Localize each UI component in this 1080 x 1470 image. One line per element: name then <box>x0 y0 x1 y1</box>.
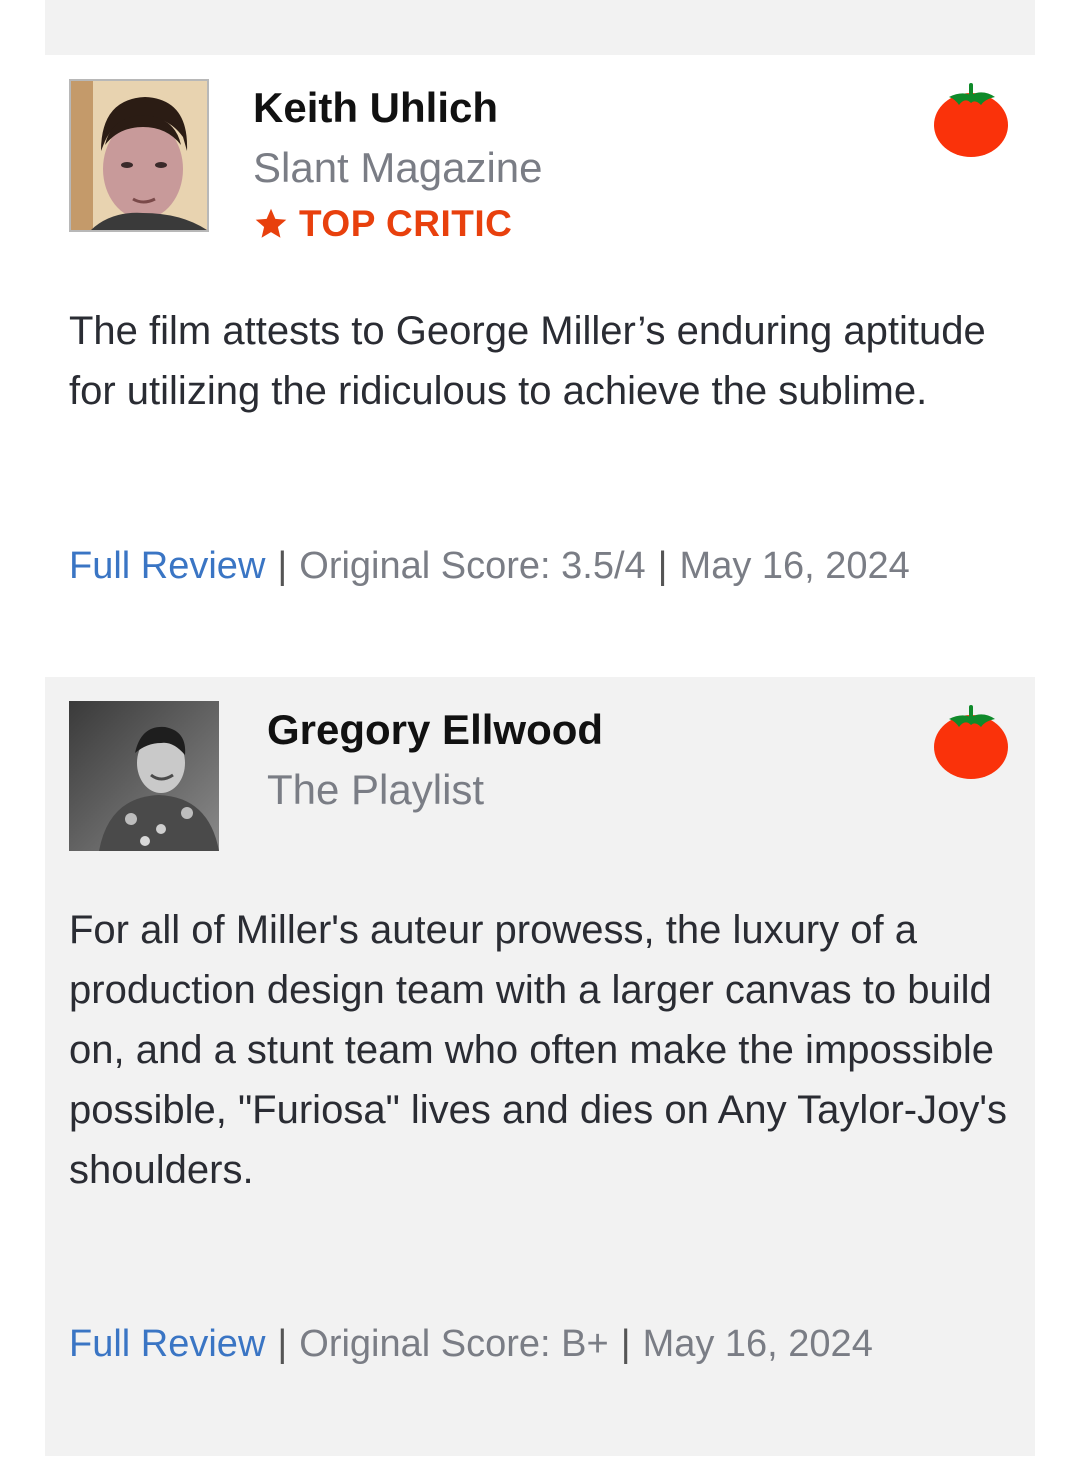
publication-name[interactable]: The Playlist <box>267 765 484 815</box>
full-review-link[interactable]: Full Review <box>69 545 265 587</box>
fresh-tomato-icon <box>931 699 1011 781</box>
review-meta: Full Review | Original Score: B+ | May 16, 2… <box>69 1319 873 1369</box>
meta-separator: | <box>277 1323 288 1365</box>
publication-name[interactable]: Slant Magazine <box>253 143 543 193</box>
critic-avatar-image <box>71 81 207 230</box>
review-date: May 16, 2024 <box>679 545 910 587</box>
original-score: Original Score: 3.5/4 <box>299 545 646 587</box>
meta-separator: | <box>657 545 668 587</box>
meta-separator: | <box>277 545 288 587</box>
critic-name[interactable]: Gregory Ellwood <box>267 705 603 755</box>
star-icon <box>255 208 287 238</box>
previous-card-bottom <box>45 0 1035 55</box>
critic-avatar[interactable] <box>69 701 219 851</box>
meta-separator: | <box>620 1323 631 1365</box>
critic-avatar[interactable] <box>69 79 209 232</box>
critic-name[interactable]: Keith Uhlich <box>253 83 498 133</box>
review-date: May 16, 2024 <box>642 1323 873 1365</box>
review-quote: The film attests to George Miller’s endu… <box>69 309 986 413</box>
review-card: Keith Uhlich Slant Magazine TOP CRITIC T… <box>45 55 1035 677</box>
full-review-link[interactable]: Full Review <box>69 1323 265 1365</box>
reviews-page: Keith Uhlich Slant Magazine TOP CRITIC T… <box>0 0 1080 1470</box>
original-score: Original Score: B+ <box>299 1323 609 1365</box>
review-quote: For all of Miller's auteur prowess, the … <box>69 908 1007 1192</box>
top-critic-badge: TOP CRITIC <box>253 201 512 247</box>
review-card: Gregory Ellwood The Playlist For all of … <box>45 677 1035 1456</box>
fresh-tomato-icon <box>931 77 1011 159</box>
review-meta: Full Review | Original Score: 3.5/4 | May 16… <box>69 541 910 591</box>
top-critic-label: TOP CRITIC <box>299 203 513 244</box>
critic-avatar-image <box>69 701 219 851</box>
